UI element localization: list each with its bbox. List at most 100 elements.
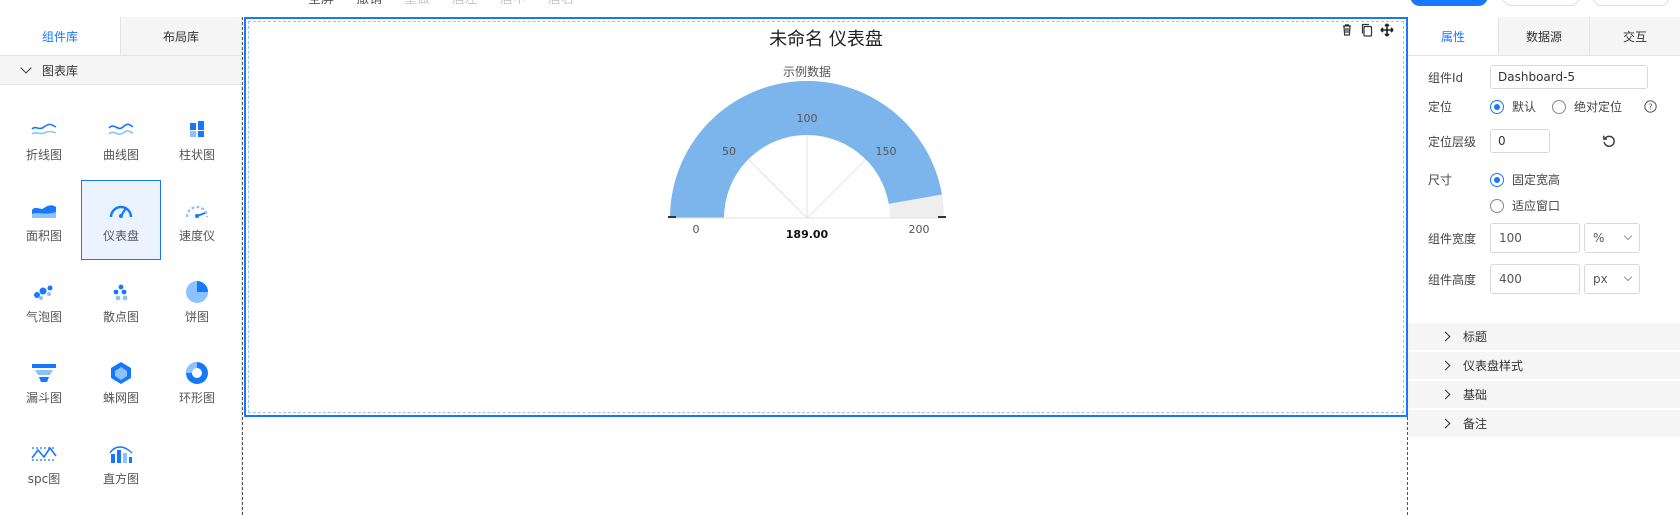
- section-notes[interactable]: 备注: [1408, 410, 1680, 438]
- component-line-chart[interactable]: 折线图: [4, 99, 84, 179]
- component-spc-chart[interactable]: spc图: [4, 423, 84, 503]
- tab-layout-library[interactable]: 布局库: [121, 17, 241, 55]
- radio-dot: [1490, 99, 1504, 114]
- component-label: 曲线图: [102, 147, 139, 162]
- height-row: 组件高度 400 px: [1428, 264, 1640, 294]
- toolbar-redo[interactable]: 重做: [404, 0, 430, 7]
- bubble-chart-icon: [29, 278, 59, 304]
- section-basic[interactable]: 基础: [1408, 381, 1680, 409]
- width-label: 组件宽度: [1428, 231, 1477, 246]
- radio-label: 默认: [1512, 100, 1537, 114]
- dashboard-editor: 全屏 撤销 重做 居左 居中 居右 组件库 布局库 图表库 折线图 曲线图 柱状图面…: [0, 0, 1680, 515]
- radio-label: 固定宽高: [1512, 173, 1561, 187]
- size-row: 尺寸 固定宽高: [1428, 171, 1576, 188]
- speedometer-icon: [182, 197, 212, 223]
- chevron-down-icon: [1623, 272, 1633, 282]
- radio-dot: [1490, 198, 1504, 213]
- tab-properties[interactable]: 属性: [1408, 17, 1498, 55]
- component-donut-chart[interactable]: 环形图: [157, 342, 237, 422]
- top-toolbar: 全屏 撤销 重做 居左 居中 居右: [0, 0, 1680, 7]
- secondary-action-button[interactable]: [1502, 0, 1580, 6]
- component-label: 饼图: [184, 309, 209, 324]
- height-input[interactable]: 400: [1490, 264, 1580, 294]
- component-speedometer[interactable]: 速度仪: [157, 180, 237, 260]
- component-label: 直方图: [102, 471, 139, 486]
- component-bubble-chart[interactable]: 气泡图: [4, 261, 84, 341]
- chevron-down-icon: [1623, 231, 1633, 241]
- toolbar-align-left[interactable]: 居左: [452, 0, 478, 7]
- histogram-icon: [106, 440, 136, 466]
- position-label: 定位: [1428, 100, 1453, 114]
- curve-chart-icon: [106, 116, 136, 142]
- section-label: 备注: [1463, 417, 1488, 431]
- radio-label: 绝对定位: [1574, 100, 1623, 114]
- radio-label: 适应窗口: [1512, 199, 1561, 213]
- help-icon[interactable]: ?: [1644, 100, 1657, 113]
- donut-chart-icon: [182, 359, 212, 385]
- scatter-chart-icon: [106, 278, 136, 304]
- gauge-icon: [106, 197, 136, 223]
- gauge-tick-label: 200: [909, 223, 930, 236]
- section-title[interactable]: 标题: [1408, 323, 1680, 351]
- component-label: 蛛网图: [102, 390, 139, 405]
- size-fixed-radio[interactable]: 固定宽高: [1490, 171, 1560, 188]
- position-absolute-radio[interactable]: 绝对定位: [1552, 98, 1622, 115]
- tab-component-library[interactable]: 组件库: [0, 17, 121, 55]
- zindex-input[interactable]: 0: [1490, 129, 1550, 153]
- gauge-tick-label: 100: [797, 112, 818, 125]
- radio-dot: [1552, 99, 1567, 114]
- zindex-row: 定位层级 0: [1428, 129, 1616, 153]
- component-id-input[interactable]: Dashboard-5: [1490, 65, 1648, 89]
- component-gauge[interactable]: 仪表盘: [81, 180, 161, 260]
- gauge-value-label: 189.00: [786, 228, 829, 241]
- component-area-chart[interactable]: 面积图: [4, 180, 84, 260]
- size-fit-radio[interactable]: 适应窗口: [1490, 197, 1560, 214]
- component-pie-chart[interactable]: 饼图: [157, 261, 237, 341]
- component-histogram[interactable]: 直方图: [81, 423, 161, 503]
- tab-interaction[interactable]: 交互: [1589, 17, 1680, 55]
- width-value: 100: [1499, 231, 1522, 245]
- toolbar-undo[interactable]: 撤销: [356, 0, 382, 7]
- chart-library-section-header[interactable]: 图表库: [0, 56, 241, 85]
- gauge-tick-label: 50: [722, 145, 736, 158]
- section-gauge-style[interactable]: 仪表盘样式: [1408, 352, 1680, 380]
- height-unit-select[interactable]: px: [1584, 264, 1640, 294]
- gauge-tick-label: 150: [876, 145, 897, 158]
- component-label: 散点图: [102, 309, 139, 324]
- primary-action-button[interactable]: [1410, 0, 1488, 6]
- component-scatter-chart[interactable]: 散点图: [81, 261, 161, 341]
- bar-chart-icon: [182, 116, 212, 142]
- zindex-label: 定位层级: [1428, 134, 1477, 149]
- component-label: 气泡图: [25, 309, 62, 324]
- gauge-series-name: 示例数据: [783, 64, 831, 79]
- size-label: 尺寸: [1428, 173, 1453, 187]
- toolbar-fullscreen[interactable]: 全屏: [308, 0, 334, 7]
- component-curve-chart[interactable]: 曲线图: [81, 99, 161, 179]
- component-label: 面积图: [25, 228, 62, 243]
- component-bar-chart[interactable]: 柱状图: [157, 99, 237, 179]
- gauge-value-band: [670, 81, 942, 218]
- right-tabs: 属性 数据源 交互: [1408, 17, 1680, 56]
- funnel-chart-icon: [29, 359, 59, 385]
- width-unit-select[interactable]: %: [1584, 223, 1640, 253]
- gauge-widget[interactable]: 未命名 仪表盘 示例数据 0 50 100 150 200 189.00: [244, 17, 1408, 417]
- component-label: 速度仪: [178, 228, 215, 243]
- component-label: spc图: [27, 471, 61, 486]
- radar-chart-icon: [106, 359, 136, 385]
- component-label: 柱状图: [178, 147, 215, 162]
- tertiary-action-button[interactable]: [1592, 0, 1670, 6]
- section-label: 基础: [1463, 388, 1488, 402]
- width-input[interactable]: 100: [1490, 223, 1580, 253]
- toolbar-align-right[interactable]: 居右: [548, 0, 574, 7]
- pie-chart-icon: [182, 278, 212, 304]
- reset-icon[interactable]: [1602, 134, 1616, 148]
- position-default-radio[interactable]: 默认: [1490, 98, 1536, 115]
- properties-panel: 属性 数据源 交互 组件Id Dashboard-5 定位 默认 绝对定位 ? …: [1408, 17, 1680, 515]
- design-canvas[interactable]: 未命名 仪表盘 示例数据 0 50 100 150 200 189.00: [242, 17, 1408, 515]
- toolbar-align-center[interactable]: 居中: [500, 0, 526, 7]
- section-label: 标题: [1463, 330, 1488, 344]
- component-funnel-chart[interactable]: 漏斗图: [4, 342, 84, 422]
- tab-datasource[interactable]: 数据源: [1498, 17, 1589, 55]
- component-radar-chart[interactable]: 蛛网图: [81, 342, 161, 422]
- component-label: 折线图: [25, 147, 62, 162]
